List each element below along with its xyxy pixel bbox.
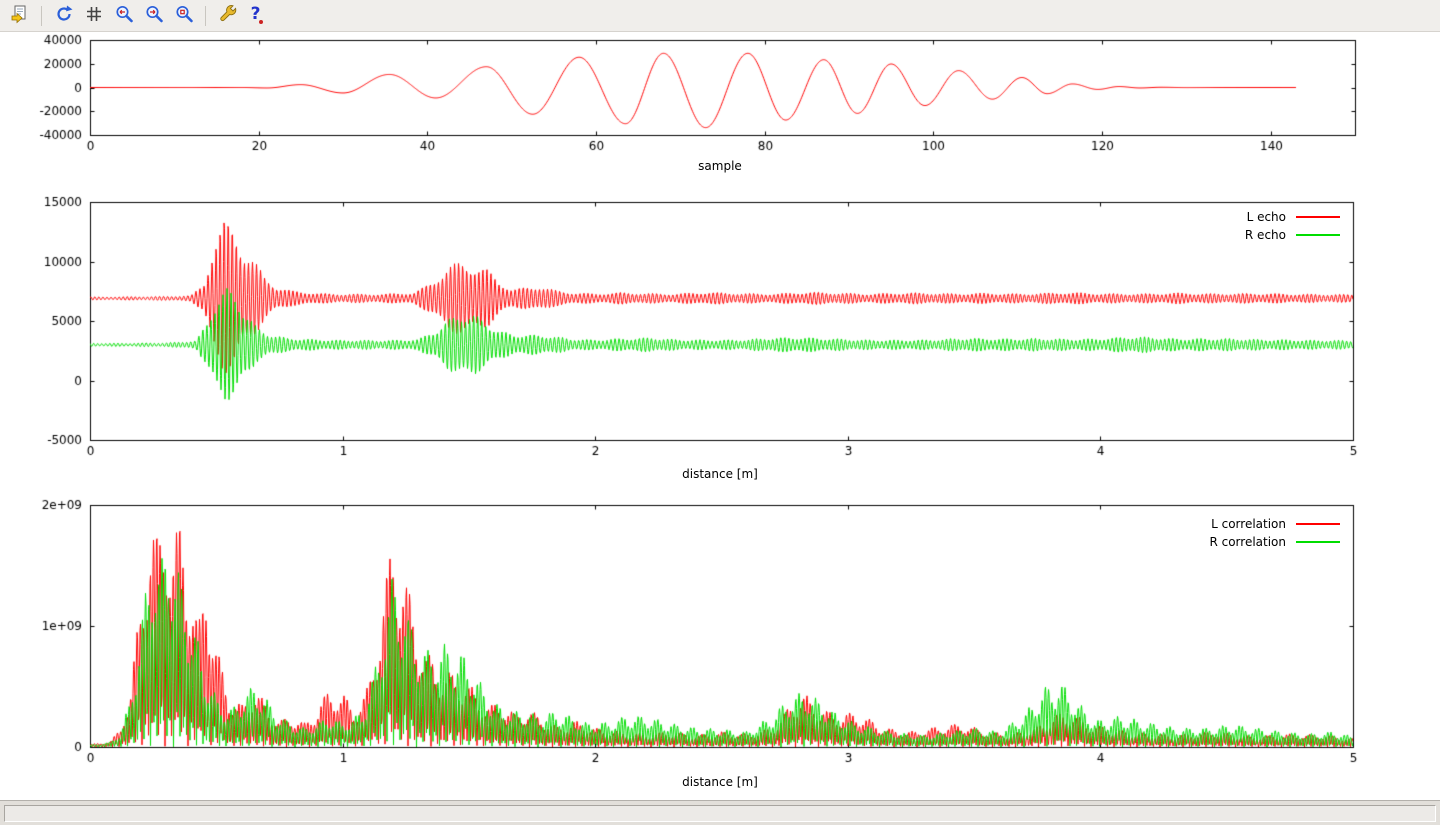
replot-button[interactable] xyxy=(50,2,77,29)
zoom-previous-icon xyxy=(113,3,135,29)
export-button[interactable] xyxy=(6,2,33,29)
grid-icon xyxy=(83,3,105,29)
toolbar: ? xyxy=(0,0,1440,32)
echo-plot-xlabel: distance [m] xyxy=(0,467,1440,481)
status-text xyxy=(4,805,1436,822)
legend-label: L correlation xyxy=(1211,517,1286,531)
zoom-next-button[interactable] xyxy=(140,2,167,29)
legend-line-sample xyxy=(1296,234,1340,236)
export-icon xyxy=(9,3,31,29)
status-bar xyxy=(0,800,1440,825)
autoscale-icon xyxy=(173,3,195,29)
echo-plot: L echo R echo distance [m] xyxy=(0,190,1440,492)
settings-button[interactable] xyxy=(214,2,241,29)
plot-area: sample L echo R echo distance [m] L corr… xyxy=(0,32,1440,800)
legend-entry-r-correlation: R correlation xyxy=(1209,535,1340,548)
help-icon-dot xyxy=(259,20,263,24)
help-button[interactable]: ? xyxy=(244,2,271,29)
echo-plot-canvas[interactable] xyxy=(0,190,1440,492)
echo-plot-legend: L echo R echo xyxy=(1245,210,1340,241)
correlation-plot: L correlation R correlation distance [m] xyxy=(0,492,1440,800)
correlation-plot-xlabel: distance [m] xyxy=(0,775,1440,789)
legend-line-sample xyxy=(1296,541,1340,543)
zoom-next-icon xyxy=(143,3,165,29)
legend-line-sample xyxy=(1296,523,1340,525)
replot-icon xyxy=(53,3,75,29)
zoom-previous-button[interactable] xyxy=(110,2,137,29)
signal-plot-xlabel: sample xyxy=(0,159,1440,173)
legend-label: R correlation xyxy=(1209,535,1286,549)
toolbar-separator xyxy=(41,6,42,26)
legend-label: R echo xyxy=(1245,228,1286,242)
legend-entry-l-correlation: L correlation xyxy=(1209,517,1340,530)
correlation-plot-legend: L correlation R correlation xyxy=(1209,517,1340,548)
signal-plot: sample xyxy=(0,32,1440,190)
legend-entry-r-echo: R echo xyxy=(1245,228,1340,241)
legend-entry-l-echo: L echo xyxy=(1245,210,1340,223)
autoscale-button[interactable] xyxy=(170,2,197,29)
toolbar-separator xyxy=(205,6,206,26)
grid-button[interactable] xyxy=(80,2,107,29)
legend-line-sample xyxy=(1296,216,1340,218)
wrench-icon xyxy=(217,3,239,29)
legend-label: L echo xyxy=(1247,210,1286,224)
